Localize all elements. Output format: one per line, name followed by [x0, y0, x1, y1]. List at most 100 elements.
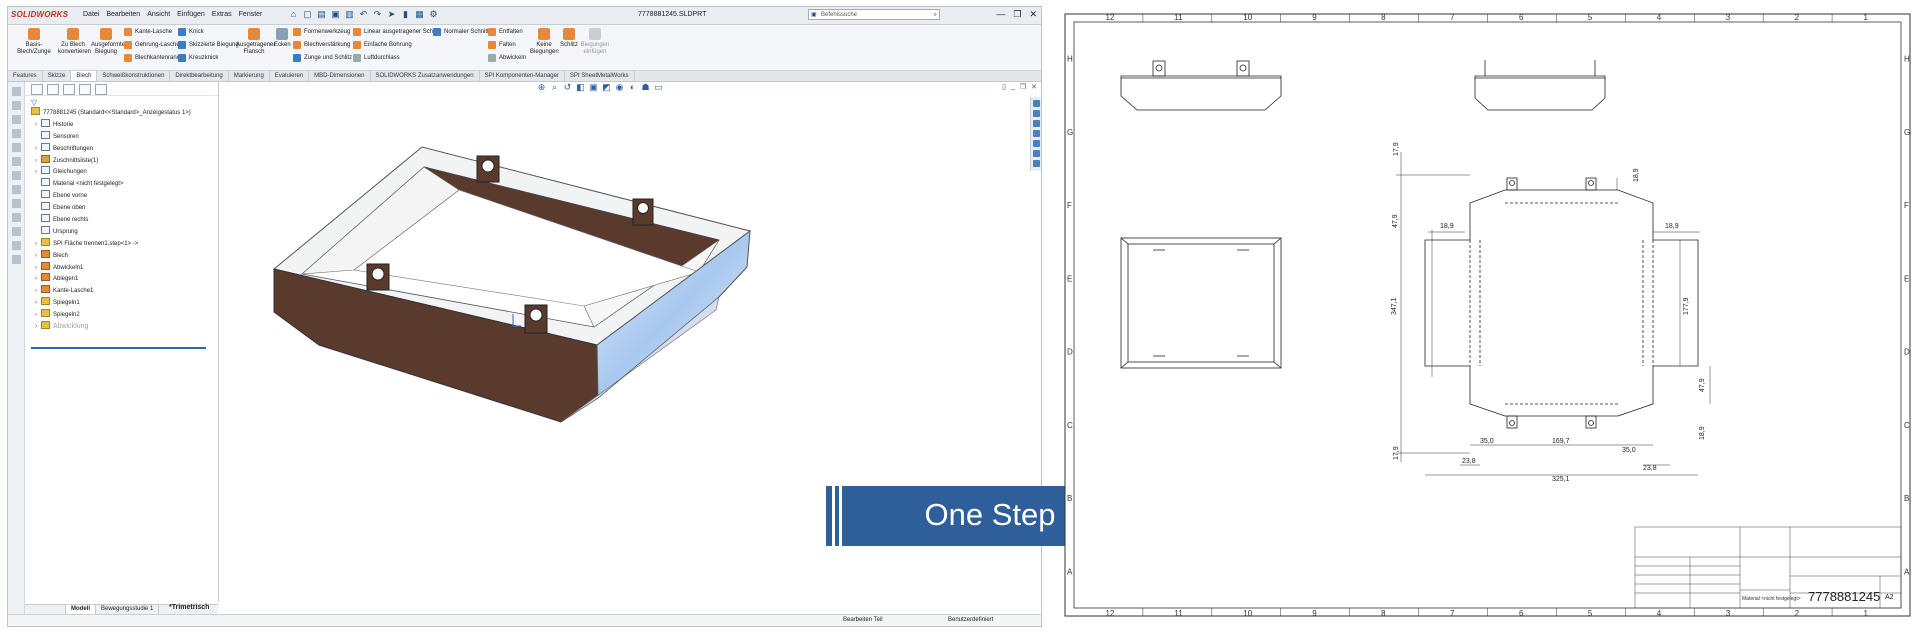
tab-zusatzanwendungen[interactable]: SOLIDWORKS Zusatzanwendungen — [371, 71, 480, 81]
undo-icon[interactable]: ↶ — [358, 9, 369, 20]
unfold-button[interactable]: Entfalten — [488, 28, 523, 36]
flatten-label: Abwickeln — [499, 55, 527, 61]
tab-markierung[interactable]: Markierung — [229, 71, 270, 81]
tree-item-ebene-rechts[interactable]: Ebene rechts — [25, 214, 218, 226]
close-button[interactable]: ✕ — [1029, 9, 1037, 20]
tree-item-abwickeln1[interactable]: › Abwickeln1 — [25, 261, 218, 274]
hem-button[interactable]: Blechkantenrand — [124, 54, 180, 62]
edge-flange-button[interactable]: Kante-Lasche — [124, 28, 172, 36]
tree-item-beschriftungen[interactable]: › Beschriftungen — [25, 142, 218, 155]
tool-icon[interactable] — [11, 185, 21, 194]
tree-item-ebene-vorne[interactable]: Ebene vorne — [25, 190, 218, 202]
tree-item-ursprung[interactable]: Ursprung — [25, 225, 218, 238]
lofted-bend-button[interactable]: Ausgeformte Biegung — [91, 28, 125, 56]
tab-blech[interactable]: Blech — [71, 71, 98, 81]
print-icon[interactable]: ▥ — [344, 9, 355, 20]
vent-button[interactable]: Luftdurchlass — [353, 54, 400, 62]
tab-evaluieren[interactable]: Evaluieren — [270, 71, 310, 81]
menu-ansicht[interactable]: Ansicht — [147, 11, 170, 18]
tab-and-slot-button[interactable]: Zunge und Schlitz — [293, 54, 352, 62]
tree-root[interactable]: 7778881245 (Standard<<Standard>_Anzeiges… — [25, 107, 218, 119]
tab-spi-sheetmetalworks[interactable]: SPI SheetMetalWorks — [565, 71, 635, 81]
tool-icon[interactable] — [11, 115, 21, 124]
cross-break-button[interactable]: Kreuzknick — [178, 54, 218, 62]
tree-item-material[interactable]: Material <nicht festgelegt> — [25, 178, 218, 190]
home-icon[interactable]: ⌂ — [288, 9, 299, 20]
feature-manager-icon[interactable] — [31, 84, 43, 95]
tool-icon[interactable] — [11, 143, 21, 152]
tool-icon[interactable] — [11, 171, 21, 180]
filter-icon[interactable]: ▽ — [31, 98, 218, 107]
tree-item-spi-flaeche[interactable]: › SPI Fläche trennen1.step<1> -> — [25, 237, 218, 250]
corners-button[interactable]: Ecken — [274, 28, 291, 49]
tree-item-zuschnittsliste[interactable]: › Zuschnittsliste(1) — [25, 154, 218, 167]
menu-einfuegen[interactable]: Einfügen — [177, 11, 205, 18]
restore-button[interactable]: ❐ — [1013, 9, 1021, 20]
extruded-cut-button[interactable]: Linear ausgetragener Schnitt — [353, 28, 441, 36]
configuration-manager-icon[interactable] — [63, 84, 75, 95]
convert-to-sheetmetal-button[interactable]: Zu Blech konvertieren — [58, 28, 91, 56]
tab-skizze[interactable]: Skizze — [43, 71, 72, 81]
tab-direktbearbeitung[interactable]: Direktbearbeitung — [170, 71, 229, 81]
tree-item-gleichungen[interactable]: › Gleichungen — [25, 166, 218, 178]
new-document-icon[interactable]: ▢ — [302, 9, 313, 20]
fold-button[interactable]: Falten — [488, 41, 516, 49]
tab-features[interactable]: Features — [8, 71, 43, 81]
tool-icon[interactable] — [11, 241, 21, 250]
menu-extras[interactable]: Extras — [212, 11, 232, 18]
tab-bewegungsstudie[interactable]: Bewegungsstudie 1 — [96, 605, 160, 614]
options-icon[interactable]: ⚙ — [428, 9, 439, 20]
tab-schweisskonstruktionen[interactable]: Schweißkonstruktionen — [97, 71, 171, 81]
redo-icon[interactable]: ↷ — [372, 9, 383, 20]
rollback-bar[interactable] — [31, 347, 206, 349]
tree-item-abwicklung[interactable]: › Abwicklung — [25, 321, 218, 333]
sketched-bend-button[interactable]: Skizzierte Biegung — [178, 41, 239, 49]
base-flange-button[interactable]: Basis-Blech/Zunge — [12, 28, 56, 56]
tree-item-blech[interactable]: › Blech — [25, 249, 218, 262]
gusset-button[interactable]: Blechverstärkung — [293, 41, 350, 49]
tool-icon[interactable] — [11, 227, 21, 236]
flatten-button[interactable]: Abwickeln — [488, 54, 526, 62]
forming-tool-button[interactable]: Formenwerkzeug — [293, 28, 350, 36]
normal-cut-button[interactable]: Normaler Schnitt — [433, 28, 489, 36]
dimxpert-icon[interactable] — [79, 84, 91, 95]
tree-item-spiegeln1[interactable]: › Spiegeln1 — [25, 297, 218, 309]
tree-item-ablegen1[interactable]: › Ablegen1 — [25, 273, 218, 285]
tree-item-spiegeln2[interactable]: › Spiegeln2 — [25, 309, 218, 321]
tree-item-sensoren[interactable]: Sensoren — [25, 130, 218, 143]
minimize-button[interactable]: — — [996, 9, 1005, 20]
tree-item-kante-lasche1[interactable]: › Kante-Lasche1 — [25, 285, 218, 297]
jog-button[interactable]: Knick — [178, 28, 204, 36]
tree-item-historie[interactable]: › Historie — [25, 118, 218, 131]
rip-button[interactable]: Schlitz — [560, 28, 578, 49]
menu-datei[interactable]: Datei — [83, 11, 99, 18]
tab-mbd-dimensionen[interactable]: MBD-Dimensionen — [309, 71, 371, 81]
display-manager-icon[interactable] — [95, 84, 107, 95]
tool-icon[interactable] — [11, 157, 21, 166]
simple-hole-button[interactable]: Einfache Bohrung — [353, 41, 412, 49]
rebuild-icon[interactable]: ▮ — [400, 9, 411, 20]
menu-bearbeiten[interactable]: Bearbeiten — [106, 11, 140, 18]
status-units[interactable]: Benutzerdefiniert — [948, 617, 993, 623]
menu-fenster[interactable]: Fenster — [239, 11, 263, 18]
no-bends-button[interactable]: Keine Biegungen — [530, 28, 559, 56]
tree-item-ebene-oben[interactable]: Ebene oben — [25, 202, 218, 214]
tool-icon[interactable] — [11, 129, 21, 138]
lofted-flange-button[interactable]: Ausgetragener Flansch — [236, 28, 275, 56]
select-icon[interactable]: ➤ — [386, 9, 397, 20]
open-icon[interactable]: ▤ — [316, 9, 327, 20]
property-manager-icon[interactable] — [47, 84, 59, 95]
save-icon[interactable]: ▣ — [330, 9, 341, 20]
tool-icon[interactable] — [11, 213, 21, 222]
tool-icon[interactable] — [11, 199, 21, 208]
insert-bends-button[interactable]: Biegungen einfügen — [580, 28, 610, 56]
tab-modell[interactable]: Modell — [66, 605, 96, 614]
tool-icon[interactable] — [11, 255, 21, 264]
search-icon[interactable]: ⌕ — [934, 10, 937, 21]
tool-icon[interactable] — [11, 101, 21, 110]
miter-flange-button[interactable]: Gehrung-Lasche — [124, 41, 180, 49]
file-properties-icon[interactable]: ▦ — [414, 9, 425, 20]
command-search-input[interactable]: ▣ Befehlssuche ⌕ — [808, 9, 940, 20]
tab-spi-komponenten[interactable]: SPI Komponenten-Manager — [480, 71, 565, 81]
tool-icon[interactable] — [11, 87, 21, 96]
